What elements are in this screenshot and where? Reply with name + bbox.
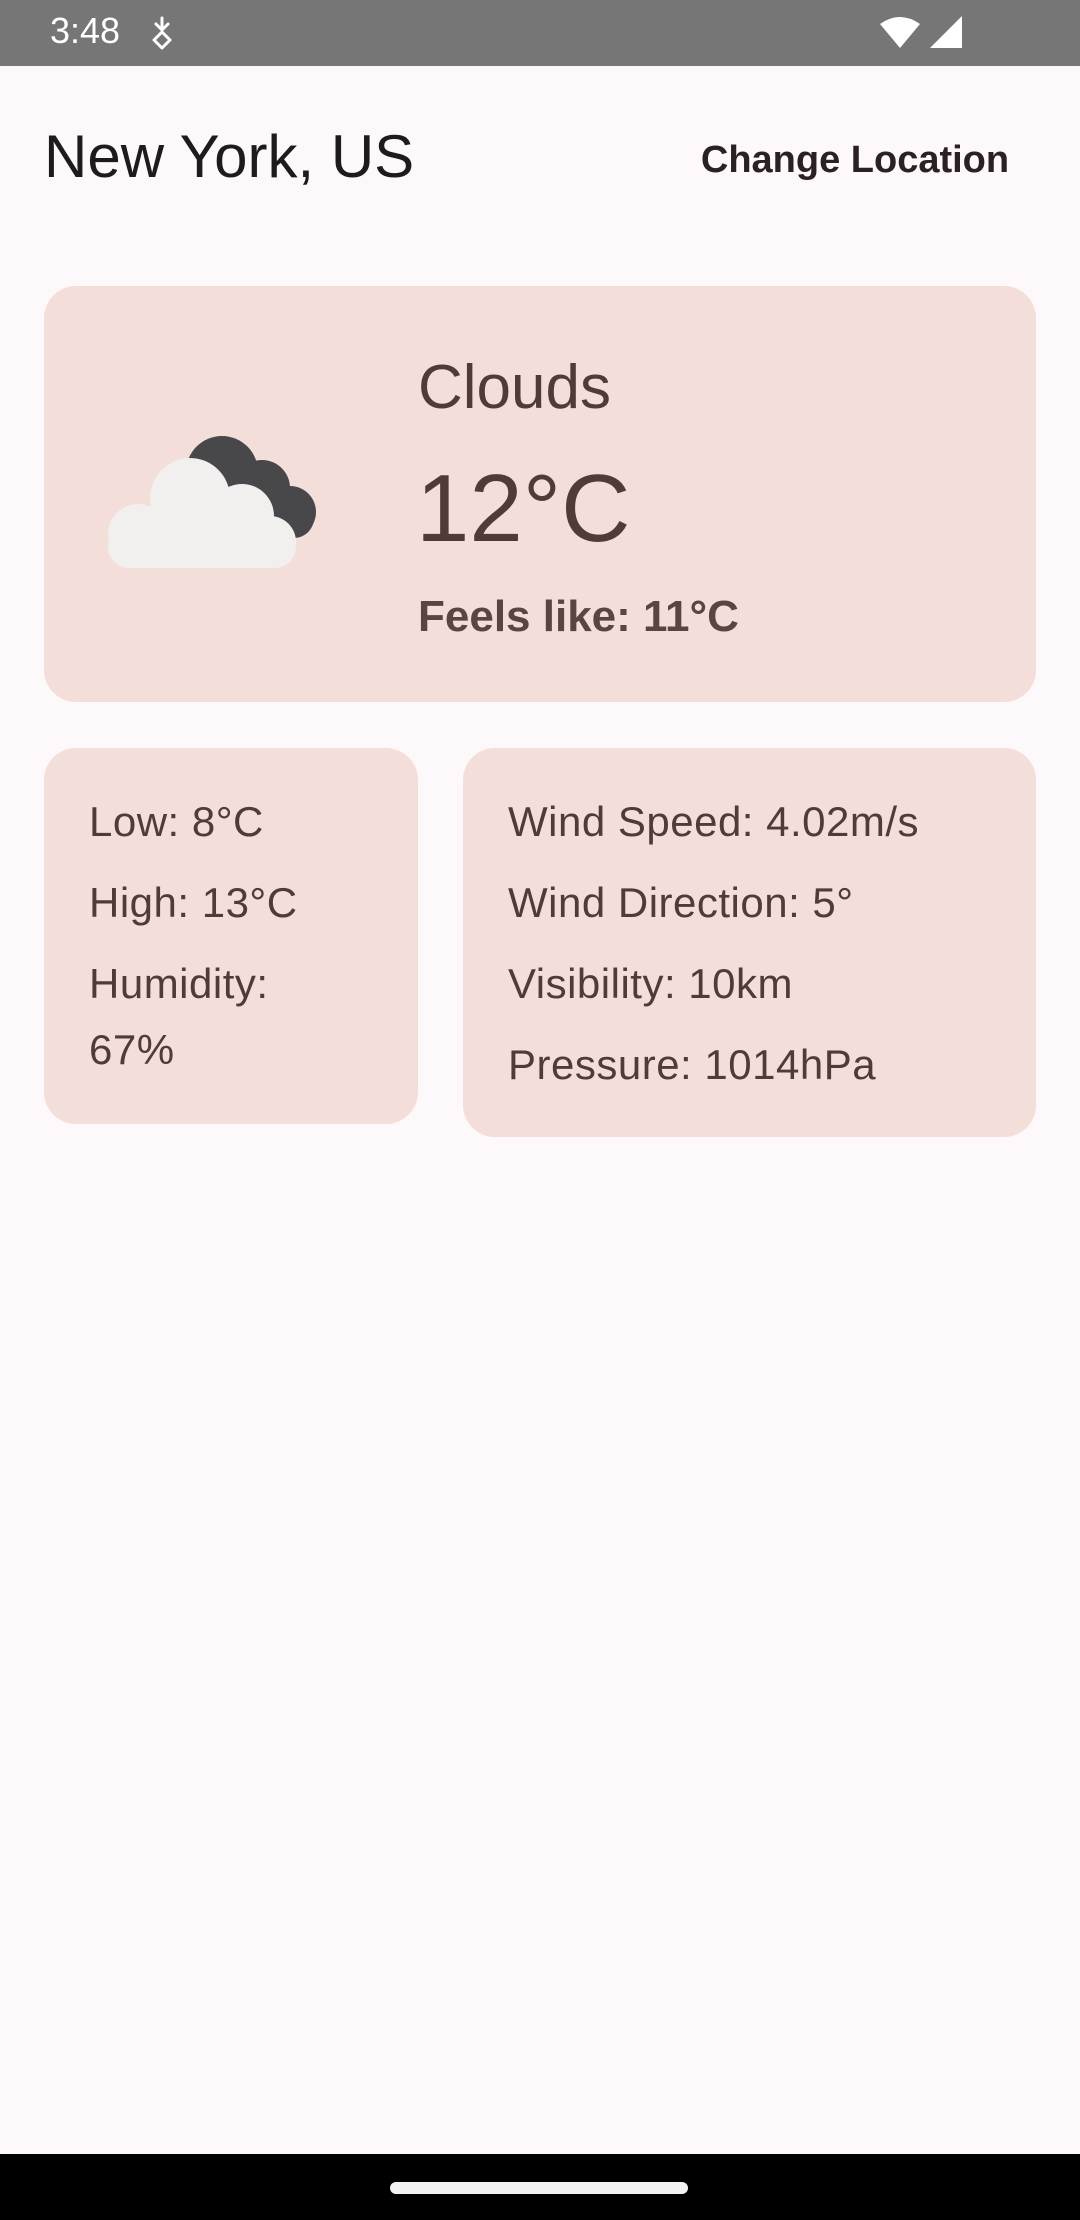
humidity-label: Humidity: — [89, 960, 269, 1007]
cloud-icon — [108, 436, 316, 568]
dnd-icon — [152, 16, 172, 50]
location-title: New York, US — [44, 123, 415, 190]
low-temperature: Low: 8°C — [89, 798, 264, 845]
temperature-details-card: Low: 8°C High: 13°C Humidity: 67% — [44, 748, 418, 1124]
visibility: Visibility: 10km — [508, 960, 793, 1007]
status-time: 3:48 — [50, 10, 121, 51]
home-gesture-handle[interactable] — [390, 2182, 688, 2194]
wind-direction: Wind Direction: 5° — [508, 879, 854, 926]
wind-details-card: Wind Speed: 4.02m/s Wind Direction: 5° V… — [463, 748, 1036, 1137]
high-temperature: High: 13°C — [89, 879, 298, 926]
app-header: New York, US Change Location — [0, 66, 1080, 246]
change-location-button[interactable]: Change Location — [690, 122, 1020, 198]
pressure: Pressure: 1014hPa — [508, 1041, 877, 1088]
wind-speed: Wind Speed: 4.02m/s — [508, 798, 920, 845]
status-bar: 3:48 — [0, 0, 1080, 66]
humidity-value: 67% — [89, 1026, 175, 1073]
temperature-text: 12°C — [416, 455, 631, 562]
wifi-icon — [880, 17, 920, 48]
condition-text: Clouds — [418, 353, 611, 422]
current-weather-card: Clouds 12°C Feels like: 11°C — [44, 286, 1036, 702]
feels-like-text: Feels like: 11°C — [418, 592, 739, 641]
cellular-signal-icon — [930, 16, 962, 48]
